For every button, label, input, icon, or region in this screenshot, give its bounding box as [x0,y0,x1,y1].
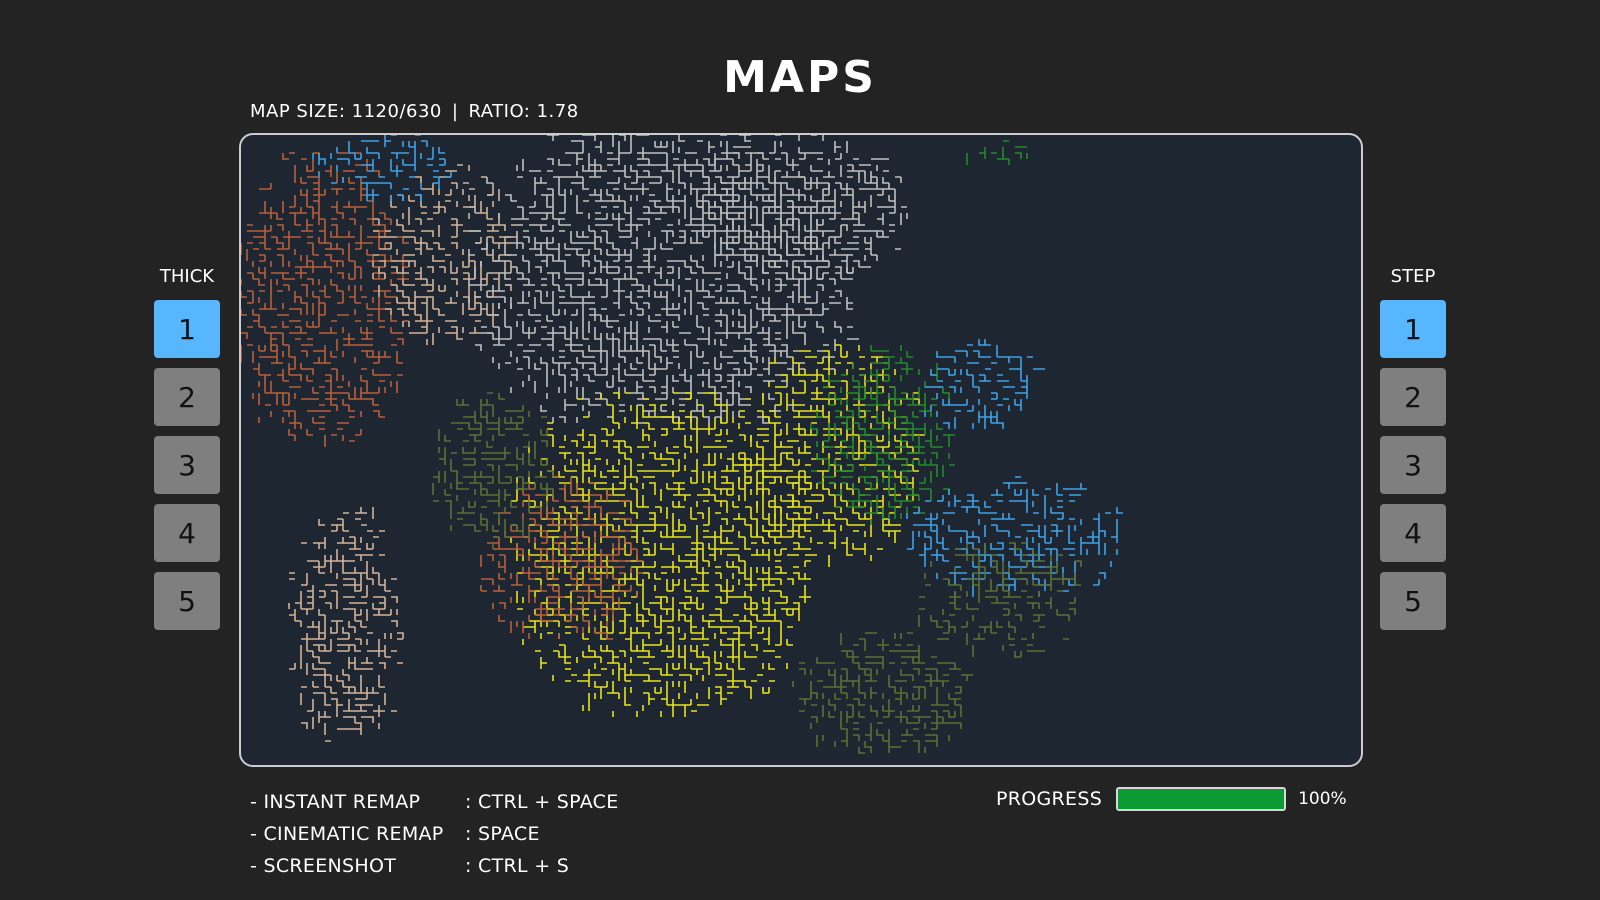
map-region [792,632,973,754]
thick-selector: THICK 1 2 3 4 5 [154,266,220,640]
map-region [372,164,517,345]
shortcut-action: - INSTANT REMAP [250,791,421,813]
step-selector: STEP 1 2 3 4 5 [1380,266,1446,640]
step-option-1[interactable]: 1 [1380,300,1446,358]
thick-option-4[interactable]: 4 [154,504,220,562]
shortcut-action: - SCREENSHOT [250,855,397,877]
shortcut-row: - SCREENSHOT : CTRL + S [250,850,619,882]
shortcut-action: - CINEMATIC REMAP [250,823,444,845]
progress-value: 100% [1298,789,1347,809]
info-separator: | [451,101,459,122]
progress-bar-fill [1118,789,1285,809]
ratio-text: RATIO: 1.78 [468,101,579,122]
map-region [468,135,859,424]
map-region [738,344,925,567]
generated-map [241,135,1123,754]
step-option-2[interactable]: 2 [1380,368,1446,426]
shortcut-keys: : SPACE [465,823,540,845]
map-region [288,507,404,742]
map-canvas[interactable] [239,133,1363,767]
map-region [241,152,409,447]
thick-option-3[interactable]: 3 [154,436,220,494]
map-size-text: MAP SIZE: 1120/630 [250,101,442,122]
step-option-5[interactable]: 5 [1380,572,1446,630]
map-region [510,392,817,717]
page-title: MAPS [723,52,877,103]
shortcut-keys: : CTRL + S [465,855,570,877]
progress-label: PROGRESS [996,788,1103,810]
progress-indicator: PROGRESS 100% [996,786,1347,812]
map-region [691,135,908,280]
step-label: STEP [1390,266,1436,287]
map-region [966,140,1028,165]
thick-option-1[interactable]: 1 [154,300,220,358]
shortcut-row: - INSTANT REMAP : CTRL + SPACE [250,786,619,818]
thick-option-5[interactable]: 5 [154,572,220,630]
shortcut-list: - INSTANT REMAP : CTRL + SPACE - CINEMAT… [250,786,619,882]
thick-option-2[interactable]: 2 [154,368,220,426]
shortcut-keys: : CTRL + SPACE [465,791,619,813]
step-option-3[interactable]: 3 [1380,436,1446,494]
shortcut-row: - CINEMATIC REMAP : SPACE [250,818,619,850]
map-region [924,339,1045,429]
maps-app: MAPS MAP SIZE: 1120/630 | RATIO: 1.78 THIC… [0,0,1600,900]
progress-bar [1116,787,1287,811]
thick-label: THICK [159,266,215,287]
map-region [312,135,452,201]
step-option-4[interactable]: 4 [1380,504,1446,562]
map-info: MAP SIZE: 1120/630 | RATIO: 1.78 [250,101,579,122]
